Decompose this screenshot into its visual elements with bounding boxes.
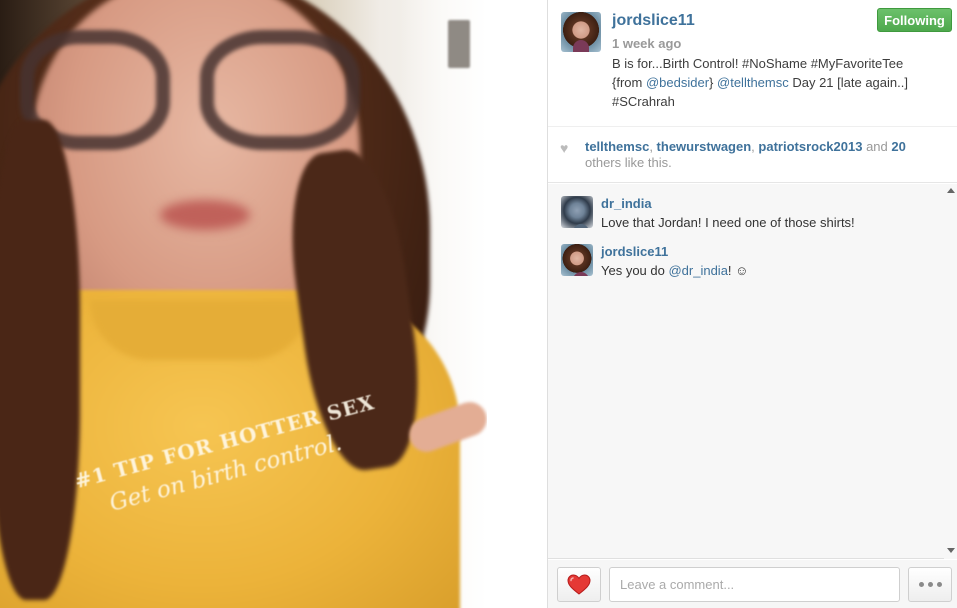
author-username[interactable]: jordslice11: [612, 12, 695, 30]
following-button[interactable]: Following: [877, 8, 952, 32]
photo-glasses-right: [200, 30, 360, 150]
comment-username[interactable]: jordslice11: [601, 244, 668, 259]
likes-section: ♥ tellthemsc, thewurstwagen, patriotsroc…: [548, 128, 957, 183]
liker-username[interactable]: thewurstwagen: [657, 139, 752, 154]
commenter-avatar[interactable]: [561, 196, 593, 228]
commenter-avatar[interactable]: [561, 244, 593, 276]
post-caption: B is for...Birth Control! #NoShame #MyFa…: [612, 54, 932, 111]
ellipsis-icon-dot: [918, 582, 924, 587]
comment-mention[interactable]: @dr_india: [668, 263, 727, 278]
liker-username[interactable]: tellthemsc: [585, 139, 649, 154]
comment-username[interactable]: dr_india: [601, 196, 652, 211]
comment-text-part: Yes you do: [601, 263, 669, 278]
caption-mention-bedsider[interactable]: @bedsider: [646, 75, 709, 90]
like-button[interactable]: [557, 567, 601, 602]
caption-mention-tellthemsc[interactable]: @tellthemsc: [717, 75, 789, 90]
scroll-down-arrow-icon[interactable]: [947, 548, 955, 553]
post-timestamp: 1 week ago: [612, 36, 682, 51]
photo-lips: [160, 200, 250, 230]
author-avatar[interactable]: [561, 12, 601, 52]
post-header: jordslice11 1 week ago Following B is fo…: [548, 0, 957, 127]
comment-footer: [548, 560, 957, 608]
scroll-up-arrow-icon[interactable]: [947, 188, 955, 193]
comment-item: jordslice11 Yes you do @dr_india! ☺: [561, 244, 941, 284]
comment-text-part: ! ☺: [727, 263, 749, 278]
post-side-panel: jordslice11 1 week ago Following B is fo…: [547, 0, 957, 608]
caption-text: }: [709, 75, 718, 90]
likes-others-text: others like this.: [585, 155, 672, 170]
likes-separator: ,: [649, 139, 657, 154]
comments-list[interactable]: dr_india Love that Jordan! I need one of…: [548, 184, 957, 559]
comment-text: Yes you do @dr_india! ☺: [601, 263, 748, 278]
heart-icon: [567, 574, 591, 595]
likes-others-count[interactable]: 20: [891, 139, 905, 154]
comments-scrollbar[interactable]: [944, 184, 957, 559]
comment-text: Love that Jordan! I need one of those sh…: [601, 215, 855, 230]
likes-separator: and: [862, 139, 892, 154]
comment-input[interactable]: [609, 567, 900, 602]
post-photo[interactable]: #1 TIP FOR HOTTER SEX Get on birth contr…: [0, 0, 487, 608]
photo-hair-front-left: [0, 120, 80, 600]
liker-username[interactable]: patriotsrock2013: [758, 139, 862, 154]
photo-shirt-collar: [90, 300, 310, 360]
comment-item: dr_india Love that Jordan! I need one of…: [561, 196, 941, 236]
photo-light-switch: [448, 20, 470, 68]
likes-text: tellthemsc, thewurstwagen, patriotsrock2…: [585, 139, 925, 171]
more-options-button[interactable]: [908, 567, 952, 602]
heart-icon: ♥: [560, 140, 569, 156]
ellipsis-icon-dot: [927, 582, 933, 587]
ellipsis-icon-dot: [936, 582, 942, 587]
